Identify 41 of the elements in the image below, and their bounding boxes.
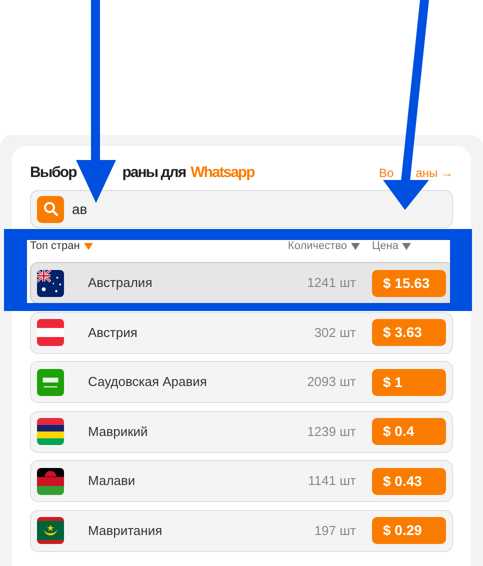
title-text: раны для bbox=[122, 162, 186, 183]
search-icon[interactable] bbox=[37, 196, 64, 222]
country-name: Маврикий bbox=[88, 422, 149, 441]
number-count: 1241 шт bbox=[307, 274, 356, 292]
column-header[interactable]: Топ стран bbox=[30, 238, 80, 254]
price-button[interactable]: $ 15.63 bbox=[372, 270, 446, 296]
number-count: 302 шт bbox=[314, 324, 356, 342]
price-button[interactable]: $ 3.63 bbox=[372, 319, 446, 346]
flag-icon bbox=[37, 468, 64, 494]
country-row[interactable]: Мавритания 197 шт $ 0.29 bbox=[30, 510, 453, 552]
all-countries-link[interactable]: Во bbox=[379, 164, 394, 182]
column-header[interactable]: Количество bbox=[288, 238, 347, 254]
country-name: Малави bbox=[88, 472, 136, 490]
price-button[interactable]: $ 0.4 bbox=[372, 418, 446, 445]
price-button[interactable]: $ 1 bbox=[372, 368, 446, 396]
number-count: 197 шт bbox=[314, 522, 356, 540]
flag-icon bbox=[37, 319, 64, 346]
country-row[interactable]: Австралия 1241 шт $ 15.63 bbox=[30, 262, 453, 304]
search-input[interactable]: ав bbox=[72, 198, 372, 220]
flag-icon bbox=[37, 418, 64, 445]
country-name: Мавритания bbox=[88, 522, 164, 540]
country-row[interactable]: Малави 1141 шт $ 0.43 bbox=[30, 460, 453, 502]
country-row[interactable]: Маврикий 1239 шт $ 0.4 bbox=[30, 410, 453, 452]
flag-icon bbox=[37, 270, 64, 296]
country-name: Австралия bbox=[88, 274, 154, 292]
number-count: 2093 шт bbox=[307, 373, 356, 392]
country-name: Саудовская Аравия bbox=[88, 373, 208, 392]
number-count: 1141 шт bbox=[308, 472, 356, 490]
title-text: Выбор bbox=[30, 162, 76, 183]
flag-icon bbox=[37, 368, 64, 396]
country-name: Австрия bbox=[88, 324, 138, 342]
country-row[interactable]: Саудовская Аравия 2093 шт $ 1 bbox=[30, 361, 453, 403]
flag-icon bbox=[37, 517, 64, 544]
brand-text: Whatsapp bbox=[190, 162, 254, 183]
number-count: 1239 шт bbox=[307, 422, 356, 441]
price-button[interactable]: $ 0.29 bbox=[372, 517, 446, 544]
country-row[interactable]: Австрия 302 шт $ 3.63 bbox=[30, 312, 453, 354]
price-button[interactable]: $ 0.43 bbox=[372, 468, 446, 494]
search-field[interactable]: ав bbox=[30, 190, 453, 228]
all-countries-link[interactable]: аны → bbox=[416, 164, 453, 182]
column-header[interactable]: Цена bbox=[372, 238, 398, 254]
